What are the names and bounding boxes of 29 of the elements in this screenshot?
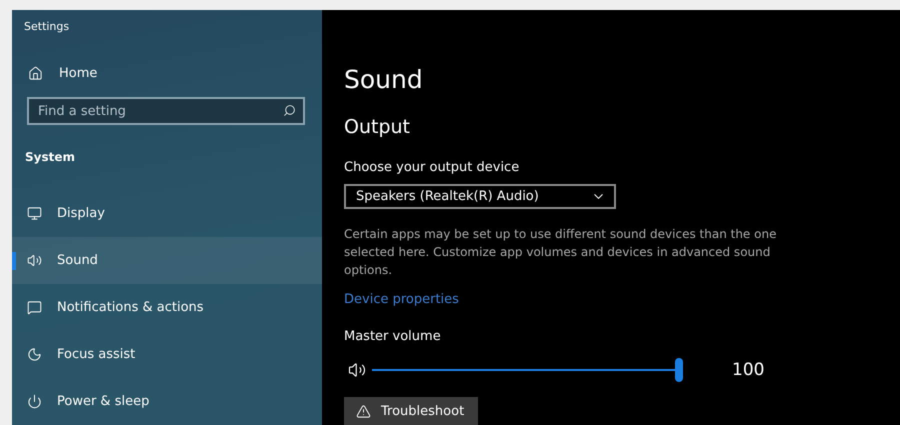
speaker-icon: [27, 253, 42, 268]
speaker-icon: [348, 361, 366, 380]
device-properties-link[interactable]: Device properties: [344, 290, 459, 310]
slider-thumb[interactable]: [675, 358, 683, 382]
search-field[interactable]: Find a setting: [27, 97, 305, 125]
field-label: Master volume: [344, 328, 441, 346]
sidebar-item[interactable]: Notifications & actions: [12, 284, 322, 331]
sidebar-item[interactable]: Focus assist: [12, 331, 322, 378]
window-title: Settings: [24, 19, 70, 35]
page-title: Sound: [344, 64, 423, 96]
search-icon: [283, 104, 296, 117]
section-heading: Output: [344, 115, 410, 140]
help-text: Certain apps may be set up to use different sound devices than the one selected here. Customize app volumes and devices in advanced sound options.: [344, 226, 778, 280]
sidebar-item[interactable]: Display: [12, 190, 322, 237]
volume-reading: 100: [732, 360, 764, 380]
home-link[interactable]: Home: [12, 61, 98, 86]
warning-icon: [356, 404, 371, 419]
sidebar-item[interactable]: Power & sleep: [12, 378, 322, 425]
message-icon: [27, 300, 42, 315]
power-icon: [27, 394, 42, 409]
home-icon: [28, 66, 43, 81]
moon-icon: [27, 347, 42, 362]
section-heading: System: [25, 149, 75, 166]
field-label: Choose your output device: [344, 159, 520, 177]
device-dropdown[interactable]: Speakers (Realtek(R) Audio): [344, 184, 616, 210]
sidebar-item[interactable]: Sound: [12, 237, 322, 284]
monitor-icon: [27, 206, 42, 221]
selection-marker: [12, 252, 16, 270]
troubleshoot-button[interactable]: Troubleshoot: [344, 397, 478, 425]
